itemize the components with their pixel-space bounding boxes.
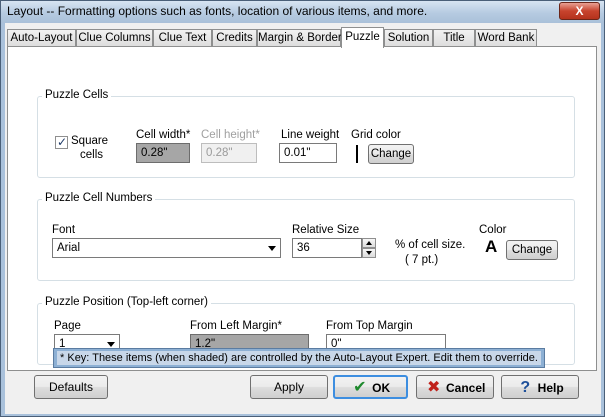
font-label: Font [52, 224, 76, 236]
help-button-label: Help [537, 380, 564, 395]
help-button[interactable]: ? Help [501, 375, 579, 399]
grid-color-swatch [356, 145, 358, 163]
puzzle-cells-title: Puzzle Cells [42, 89, 112, 101]
cell-numbers-title: Puzzle Cell Numbers [42, 192, 156, 204]
title-bar[interactable]: Layout -- Formatting options such as fon… [1, 1, 604, 23]
puzzle-position-title: Puzzle Position (Top-left corner) [42, 296, 211, 308]
grid-color-change-button[interactable]: Change [368, 144, 414, 164]
close-button[interactable]: X [559, 2, 600, 20]
color-label: Color [479, 224, 507, 236]
number-color-change-button[interactable]: Change [506, 240, 558, 260]
percent-of-cell-label: % of cell size. [395, 239, 466, 251]
font-select[interactable]: Arial [52, 238, 281, 258]
tab-puzzle[interactable]: Puzzle [341, 27, 384, 48]
chevron-down-icon [268, 246, 276, 251]
ok-button-label: OK [372, 380, 391, 395]
puzzle-tab-panel: Puzzle Cells ✓ Square cells Cell width* … [7, 46, 597, 371]
checkmark-icon: ✔ [353, 378, 367, 396]
key-note-bar: * Key: These items (when shaded) are con… [53, 348, 545, 368]
tab-solution[interactable]: Solution [384, 29, 433, 47]
relative-size-label: Relative Size [292, 224, 360, 236]
font-select-value: Arial [57, 242, 81, 254]
tab-auto-layout[interactable]: Auto-Layout [7, 29, 76, 47]
puzzle-cells-group: Puzzle Cells ✓ Square cells Cell width* … [37, 89, 575, 178]
chevron-down-icon [107, 342, 115, 347]
checkmark-icon: ✓ [57, 135, 68, 149]
grid-color-label: Grid color [351, 129, 401, 141]
square-cells-label-line1: Square [71, 135, 109, 147]
tab-credits[interactable]: Credits [212, 29, 257, 47]
line-weight-input[interactable]: 0.01" [279, 143, 337, 163]
window-title: Layout -- Formatting options such as fon… [7, 4, 428, 18]
square-cells-label-line2: cells [80, 149, 104, 161]
number-color-sample: A [485, 237, 498, 256]
dialog-client-area: Auto-Layout Clue Columns Clue Text Credi… [5, 23, 601, 414]
line-weight-label: Line weight [281, 129, 340, 141]
relative-size-spinner[interactable] [362, 238, 376, 258]
cell-width-input[interactable]: 0.28" [136, 143, 190, 163]
cancel-button-label: Cancel [445, 380, 486, 395]
page-label: Page [54, 320, 81, 332]
cancel-button[interactable]: ✖ Cancel [416, 375, 494, 399]
cell-height-label: Cell height* [201, 129, 260, 141]
relative-size-input[interactable]: 36 [292, 238, 362, 258]
left-margin-label: From Left Margin* [190, 320, 283, 332]
square-cells-checkbox[interactable]: ✓ [55, 135, 68, 149]
ok-button[interactable]: ✔ OK [333, 375, 408, 399]
cell-numbers-group: Puzzle Cell Numbers Font Arial Relative … [37, 192, 575, 281]
tab-title[interactable]: Title [433, 29, 475, 47]
spin-down-icon[interactable] [362, 248, 376, 258]
point-size-label: ( 7 pt.) [405, 254, 439, 266]
spin-up-icon[interactable] [362, 238, 376, 248]
defaults-button[interactable]: Defaults [34, 375, 108, 399]
apply-button[interactable]: Apply [250, 375, 328, 399]
cell-width-label: Cell width* [136, 129, 191, 141]
key-note-text: * Key: These items (when shaded) are con… [57, 351, 541, 365]
close-icon: ✖ [426, 378, 441, 396]
tab-clue-text[interactable]: Clue Text [153, 29, 212, 47]
tab-clue-columns[interactable]: Clue Columns [76, 29, 153, 47]
top-margin-label: From Top Margin [326, 320, 413, 332]
tab-margin-border[interactable]: Margin & Border [257, 29, 342, 47]
tab-strip: Auto-Layout Clue Columns Clue Text Credi… [7, 27, 599, 48]
cell-height-input: 0.28" [201, 143, 257, 163]
help-icon: ? [520, 378, 531, 396]
tab-word-bank[interactable]: Word Bank [475, 29, 537, 47]
layout-dialog: Layout -- Formatting options such as fon… [0, 0, 605, 417]
